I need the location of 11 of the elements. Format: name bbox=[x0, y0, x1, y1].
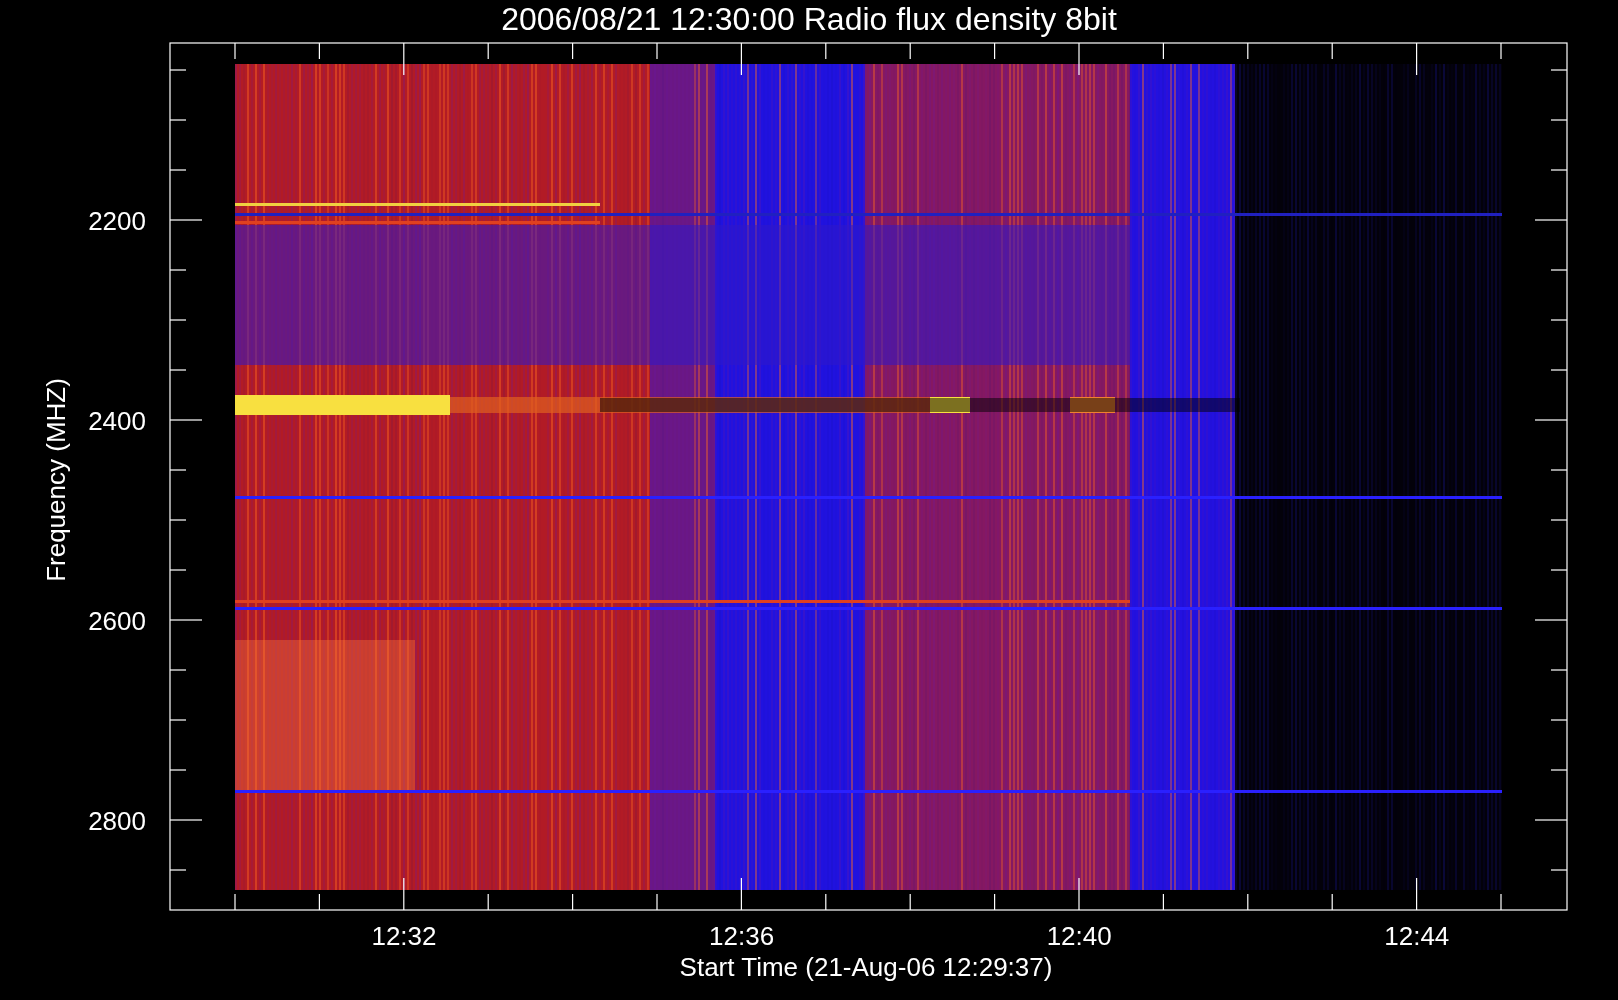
y-tick-label: 2600 bbox=[88, 606, 146, 636]
x-tick-label: 12:32 bbox=[371, 921, 437, 951]
y-tick-label: 2200 bbox=[88, 206, 146, 236]
x-tick-label: 12:40 bbox=[1046, 921, 1112, 951]
x-axis-label: Start Time (21-Aug-06 12:29:37) bbox=[679, 952, 1053, 982]
x-tick-label: 12:36 bbox=[709, 921, 775, 951]
y-tick-label: 2400 bbox=[88, 406, 146, 436]
y-tick-label: 2800 bbox=[88, 806, 146, 836]
y-axis-label: Frequency (MHZ) bbox=[41, 378, 71, 582]
x-tick-label: 12:44 bbox=[1384, 921, 1450, 951]
chart-title: 2006/08/21 12:30:00 Radio flux density 8bit bbox=[501, 1, 1117, 37]
